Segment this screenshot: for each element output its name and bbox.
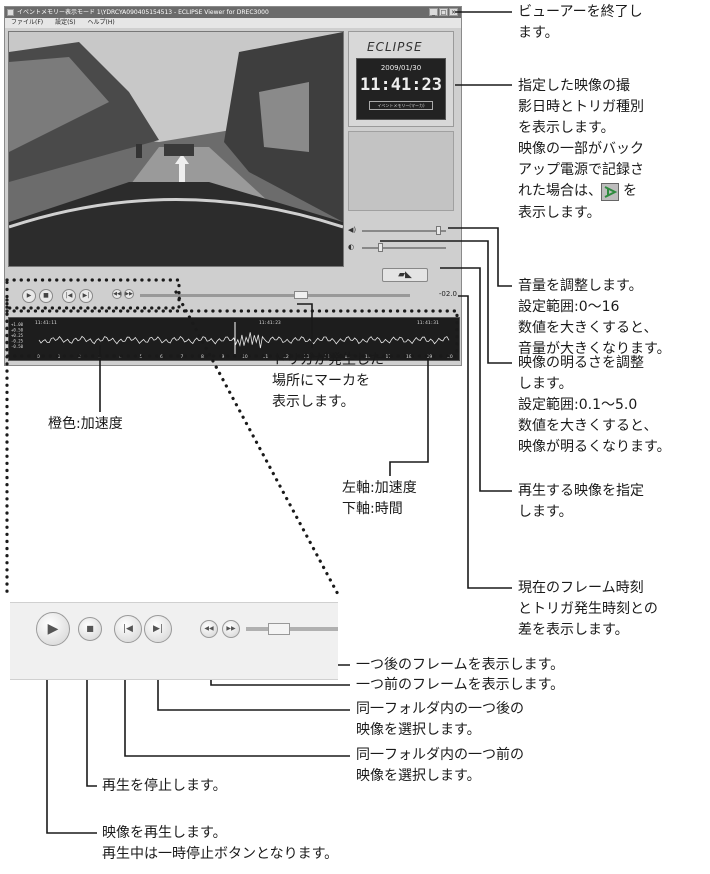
annotation-stop: 再生を停止します。 [102,778,227,794]
annotation-orange-accel: 橙色:加速度 [48,416,123,432]
annotation-prev-video: 同一フォルダ内の一つ前の 映像を選択します。 [356,747,524,784]
frame-forward-icon: ▶▶ [226,625,236,632]
annotation-datetime-end: 表示します。 [518,205,601,221]
frame-back-icon: ◀◀ [204,625,214,632]
zoom-stop-button[interactable]: ■ [78,617,102,641]
annotation-next-frame: 一つ後のフレームを表示します。 [356,657,565,673]
play-icon: ▶ [47,621,59,637]
annotation-exit: ビューアーを終了し ます。 [518,4,643,41]
annotation-marker: トリガが発生した 場所にマーカを 表示します。 [272,352,384,410]
annotation-select-video: 再生する映像を指定 します。 [518,483,644,520]
zoomed-controls: ▶ ■ |◀ ▶| ◀◀ ▶▶ [10,602,338,680]
zoom-next-video-button[interactable]: ▶| [144,615,172,643]
annotation-brightness: 映像の明るさを調整 します。 設定範囲:0.1～5.0 数値を大きくすると、 映… [518,355,671,455]
zoom-prev-frame-button[interactable]: ◀◀ [200,620,218,638]
zoom-progress-track [246,627,338,631]
annotation-next-video: 同一フォルダ内の一つ後の 映像を選択します。 [356,701,524,738]
annotation-frame-diff: 現在のフレーム時刻 とトリガ発生時刻との 差を表示します。 [518,580,658,638]
annotation-prev-frame: 一つ前のフレームを表示します。 [356,677,565,693]
skip-back-icon: |◀ [123,624,133,634]
skip-forward-icon: ▶| [153,624,163,634]
backup-power-icon [601,183,619,201]
zoom-next-frame-button[interactable]: ▶▶ [222,620,240,638]
annotation-volume: 音量を調整します。 設定範囲:0～16 数値を大きくすると、 音量が大きくなりま… [518,278,671,357]
annotation-datetime-tail: を [623,183,637,199]
zoom-progress-thumb[interactable] [268,623,290,635]
stop-icon: ■ [86,624,94,633]
zoom-play-button[interactable]: ▶ [36,612,70,646]
zoom-prev-video-button[interactable]: |◀ [114,615,142,643]
annotation-axes: 左軸:加速度 下軸:時間 [342,480,417,517]
annotation-play: 映像を再生します。 再生中は一時停止ボタンとなります。 [102,825,339,862]
